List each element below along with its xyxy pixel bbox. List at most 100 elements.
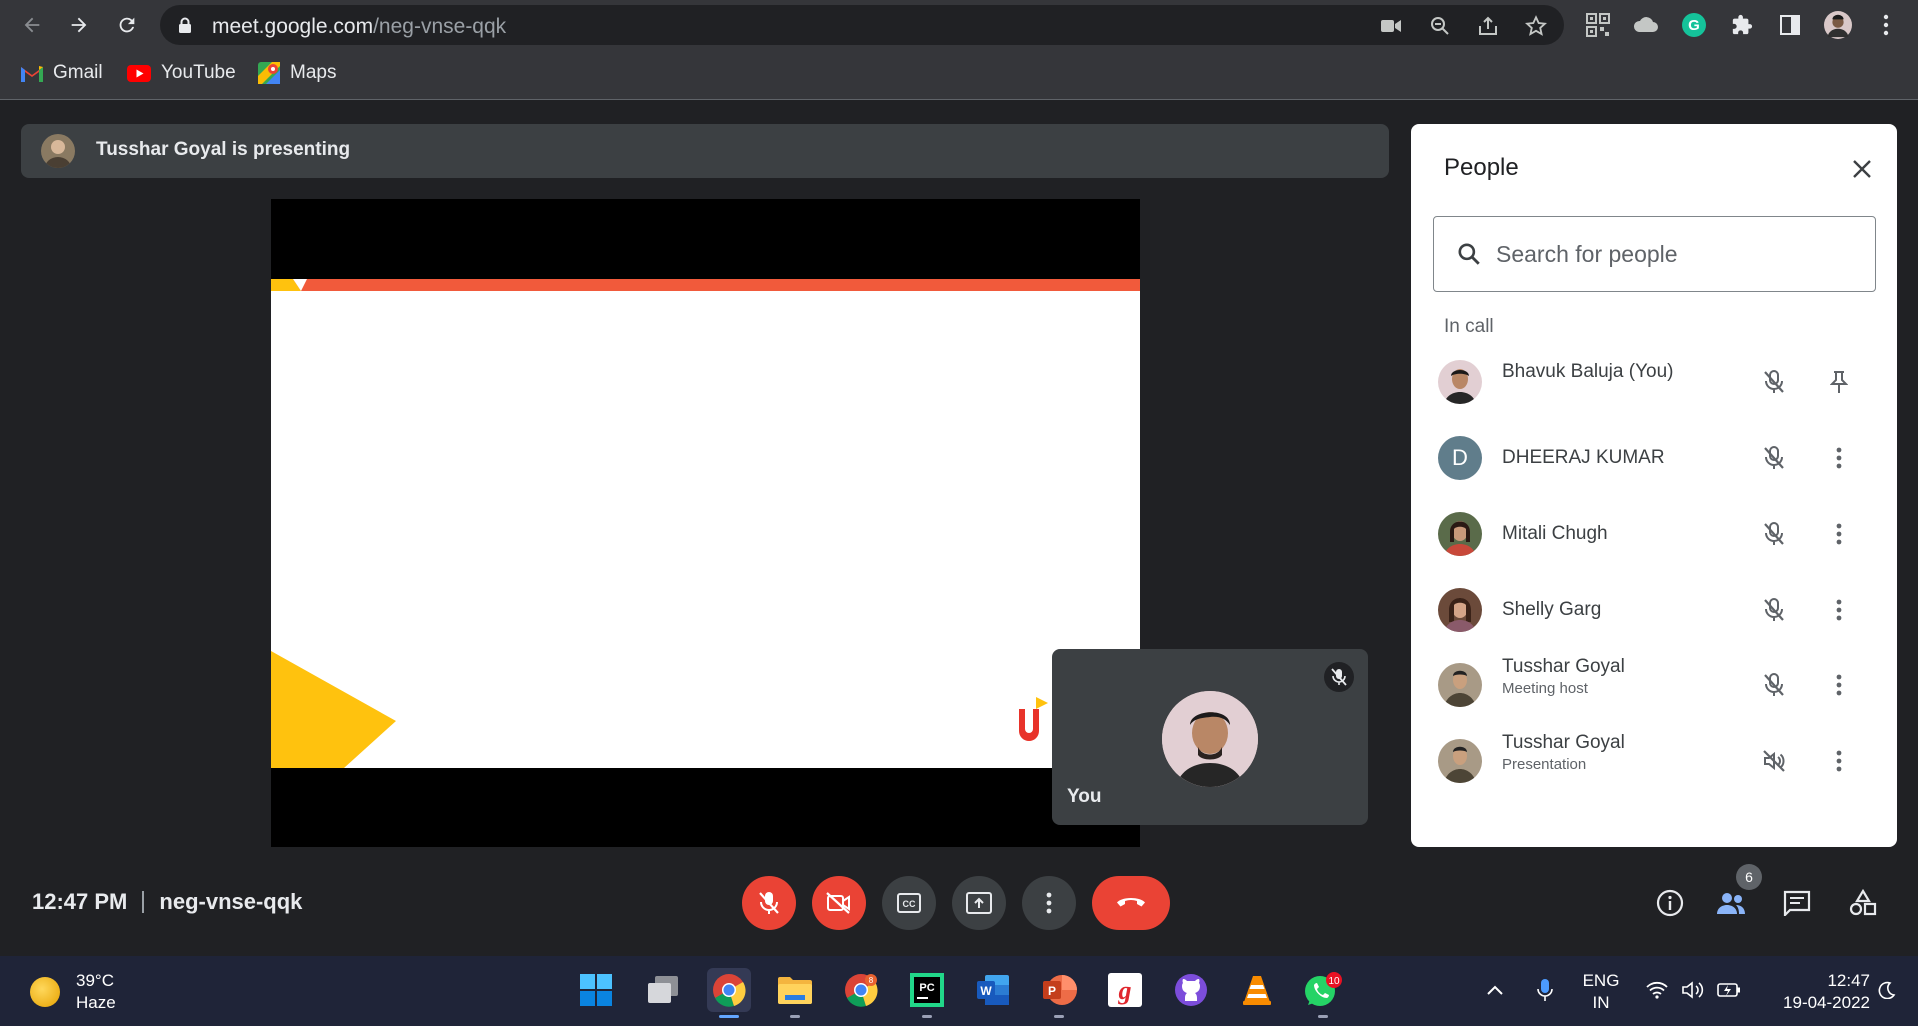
participant-more-button[interactable] (1824, 443, 1854, 473)
taskbar-file-explorer[interactable] (773, 968, 817, 1018)
participant-mic-status (1759, 595, 1789, 625)
participant-more-button[interactable] (1824, 670, 1854, 700)
forward-button[interactable] (64, 10, 94, 40)
people-button[interactable] (1714, 886, 1748, 920)
microphone-tray-button[interactable] (1530, 968, 1560, 1012)
github-icon (1175, 974, 1207, 1006)
zoom-icon (1431, 17, 1449, 35)
taskbar-chrome-active[interactable] (707, 968, 751, 1018)
microphone-toggle-button[interactable] (742, 876, 796, 930)
task-view-button[interactable] (641, 968, 685, 1012)
start-button[interactable] (574, 968, 618, 1012)
info-icon (1656, 889, 1684, 917)
bookmark-maps[interactable]: Maps (258, 62, 336, 84)
battery-tray-button[interactable] (1714, 968, 1744, 1012)
participant-row[interactable]: D DHEERAJ KUMAR (1411, 423, 1897, 493)
side-panel-button[interactable] (1776, 11, 1804, 39)
svg-text:10: 10 (1328, 976, 1340, 987)
participant-mic-status (1759, 367, 1789, 397)
meeting-info: 12:47 PM neg-vnse-qqk (32, 889, 302, 915)
qr-code-icon (1586, 13, 1610, 37)
language-indicator[interactable]: ENG IN (1578, 970, 1624, 1014)
show-hidden-icons-button[interactable] (1480, 968, 1510, 1012)
battery-charging-icon (1717, 983, 1740, 997)
bookmark-star-button[interactable] (1524, 14, 1548, 38)
open-indicator (790, 1015, 800, 1018)
chat-button[interactable] (1780, 886, 1814, 920)
present-to-all-icon (966, 892, 992, 914)
side-panel-icon (1780, 15, 1800, 35)
svg-text:P: P (1048, 984, 1056, 998)
participant-more-button[interactable] (1824, 595, 1854, 625)
close-people-panel-button[interactable] (1845, 152, 1879, 186)
participant-row[interactable]: Bhavuk Baluja (You) (1411, 347, 1897, 417)
participant-row[interactable]: Tusshar Goyal Meeting host (1411, 650, 1897, 720)
cloud-icon (1633, 17, 1658, 32)
taskbar-vlc[interactable] (1235, 968, 1279, 1012)
extensions-button[interactable] (1728, 11, 1756, 39)
captions-button[interactable]: CC (882, 876, 936, 930)
participant-more-button[interactable] (1824, 746, 1854, 776)
url-text: meet.google.com/neg-vnse-qqk (212, 15, 507, 38)
grammarly-extension-button[interactable]: G (1680, 11, 1708, 39)
people-icon (1717, 893, 1745, 914)
participant-row[interactable]: Mitali Chugh (1411, 499, 1897, 569)
chrome-menu-button[interactable] (1872, 11, 1900, 39)
camera-toggle-button[interactable] (812, 876, 866, 930)
weather-widget[interactable]: 39°C Haze (30, 970, 116, 1014)
svg-text:8: 8 (869, 976, 874, 985)
pin-icon (1830, 371, 1848, 393)
leave-call-button[interactable] (1092, 876, 1170, 930)
word-icon: W (977, 975, 1009, 1005)
activities-icon (1849, 889, 1877, 916)
notifications-button[interactable] (1872, 968, 1902, 1012)
people-search-input[interactable] (1496, 235, 1856, 273)
powerpoint-icon: P (1043, 975, 1077, 1005)
taskbar-pycharm[interactable]: PC (905, 968, 949, 1018)
taskbar-powerpoint[interactable]: P (1037, 968, 1081, 1018)
more-vert-icon (1836, 523, 1842, 545)
taskbar-word[interactable]: W (971, 968, 1015, 1012)
activities-button[interactable] (1846, 886, 1880, 920)
pin-button[interactable] (1824, 367, 1854, 397)
bookmark-youtube[interactable]: YouTube (127, 62, 236, 84)
taskbar-whatsapp[interactable]: 10 (1301, 968, 1345, 1018)
mic-off-icon (1764, 598, 1784, 621)
slide-graphics (271, 279, 1140, 768)
svg-text:PC: PC (919, 982, 934, 994)
system-clock[interactable]: 12:47 19-04-2022 (1760, 970, 1870, 1014)
back-button[interactable] (17, 10, 47, 40)
share-button[interactable] (1476, 14, 1500, 38)
call-end-icon (1117, 898, 1145, 907)
participant-name: Shelly Garg (1502, 599, 1602, 620)
weather-temperature: 39°C (76, 971, 114, 990)
star-icon (1525, 15, 1547, 36)
more-vert-icon (1836, 750, 1842, 772)
address-bar[interactable]: meet.google.com/neg-vnse-qqk (160, 5, 1564, 45)
qr-extension-button[interactable] (1584, 11, 1612, 39)
present-now-button[interactable] (952, 876, 1006, 930)
meeting-details-button[interactable] (1653, 886, 1687, 920)
wifi-icon (1646, 981, 1668, 999)
taskbar-github[interactable] (1169, 968, 1213, 1012)
zoom-button[interactable] (1428, 14, 1452, 38)
profile-avatar-button[interactable] (1824, 11, 1852, 39)
more-vert-icon (1836, 599, 1842, 621)
self-tile-label: You (1067, 786, 1102, 807)
presentation-slide (271, 279, 1140, 768)
camera-permission-button[interactable] (1379, 14, 1403, 38)
taskbar-chrome-second[interactable]: 8 (839, 968, 883, 1012)
cloud-extension-button[interactable] (1632, 11, 1660, 39)
participant-more-button[interactable] (1824, 519, 1854, 549)
wifi-tray-button[interactable] (1642, 968, 1672, 1012)
svg-text:CC: CC (903, 899, 916, 909)
participant-row[interactable]: Shelly Garg (1411, 575, 1897, 645)
bookmark-gmail[interactable]: Gmail (21, 62, 103, 84)
self-video-tile[interactable]: You (1052, 649, 1368, 825)
participant-avatar (1438, 360, 1482, 404)
participant-row[interactable]: Tusshar Goyal Presentation (1411, 726, 1897, 796)
volume-tray-button[interactable] (1678, 968, 1708, 1012)
reload-button[interactable] (112, 10, 142, 40)
taskbar-g-app[interactable]: g (1103, 968, 1147, 1012)
more-options-button[interactable] (1022, 876, 1076, 930)
